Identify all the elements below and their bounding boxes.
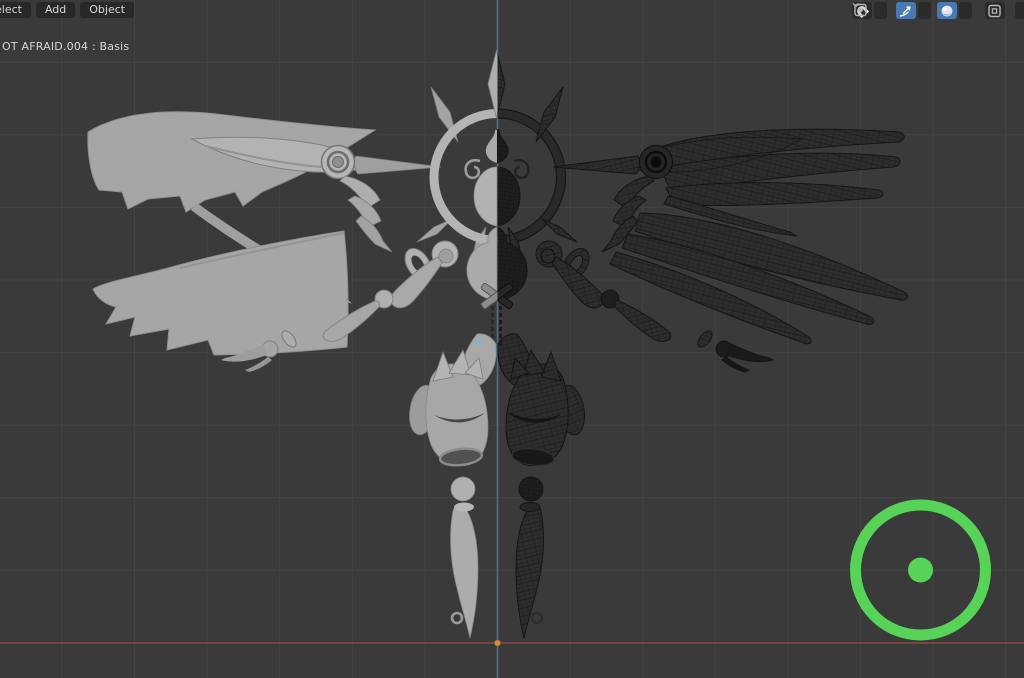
overlays-toggle-button[interactable] [854,2,1024,19]
proportional-falloff-icon [938,3,956,19]
model-wireframe-half[interactable] [430,49,909,639]
snap-target-button[interactable] [896,2,916,19]
wing-claw-solid[interactable] [339,175,393,253]
snap-target-chevron[interactable] [852,2,931,19]
shape-key-overlay-label: OT AFRAID.004 : Basis [2,40,130,53]
viewport-tools [852,2,1024,19]
wing-joint-disc[interactable] [320,144,356,180]
blender-3d-viewport[interactable]: elect Add Object [0,0,1024,678]
gizmo-toggle-button[interactable] [985,2,1005,19]
snap-dropdown-chevron[interactable] [852,2,887,19]
lower-wing-solid[interactable] [92,230,349,356]
model-solid-half[interactable] [87,49,561,639]
gizmo-toggle-icon [986,3,1004,19]
object-origin-dot[interactable] [493,639,502,647]
viewport-canvas[interactable] [0,0,1024,678]
snap-target-icon [897,3,915,19]
head-torso-solid[interactable] [464,130,498,302]
menu-object[interactable]: Object [80,2,135,18]
small-blue-dot [476,338,482,344]
menu-add[interactable]: Add [35,2,76,18]
falloff-dropdown-chevron[interactable] [852,2,972,19]
proportional-falloff-button[interactable] [937,2,957,19]
viewport-menus: elect Add Object [0,0,135,18]
legs-solid[interactable] [405,333,497,639]
menu-select[interactable]: elect [0,2,31,18]
